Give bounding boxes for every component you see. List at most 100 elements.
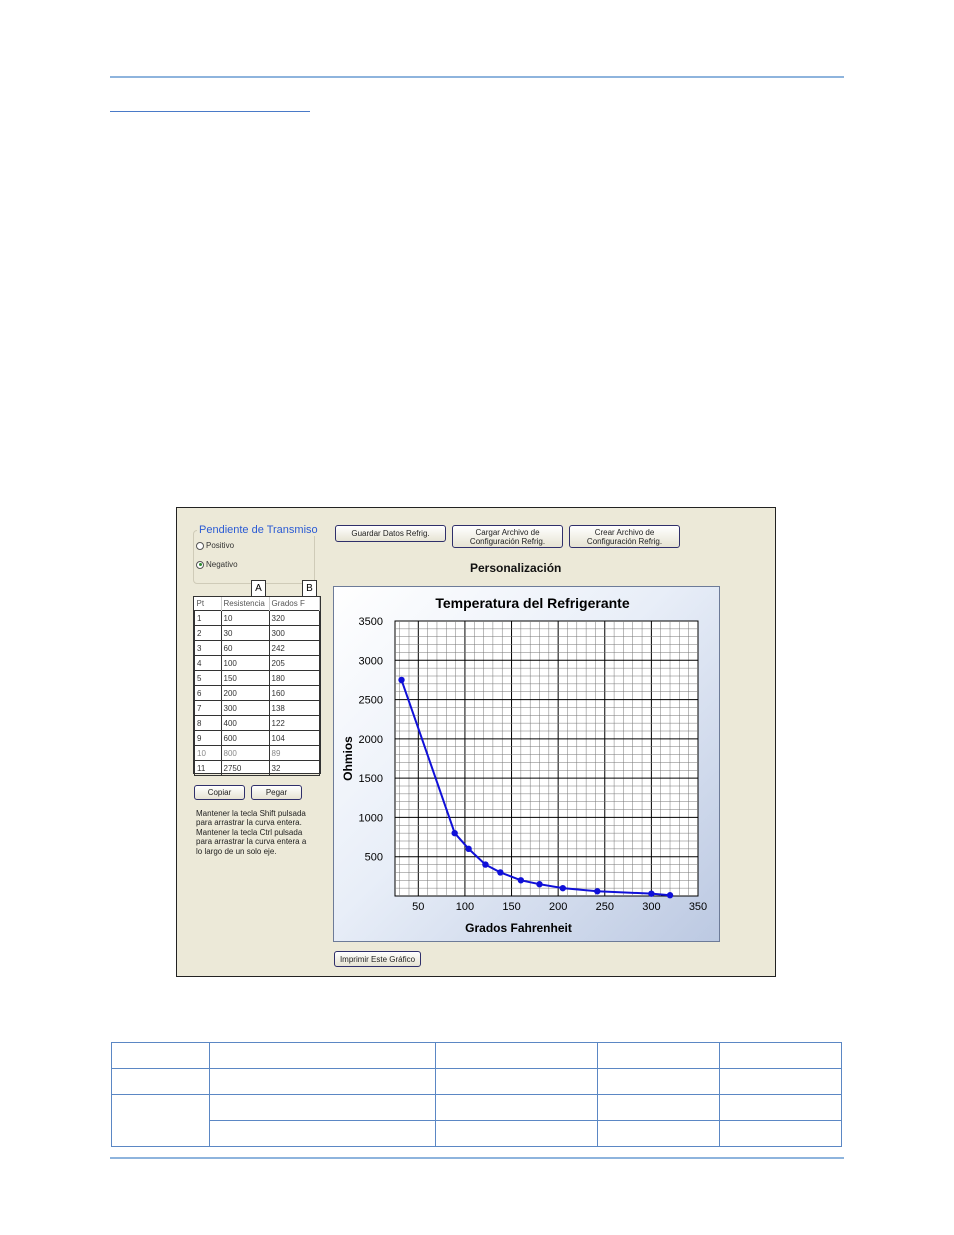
header-rule [110,76,844,78]
y-axis-label: Ohmios [341,736,355,781]
copy-button[interactable]: Copiar [194,785,245,800]
column-header-resistance: Resistencia [221,597,270,611]
data-point [559,884,567,892]
cell-resistance[interactable]: 10 [220,610,270,626]
cell-pt: 1 [194,610,222,626]
data-point [648,890,655,897]
points-grid: Pt Resistencia Grados F 1 10 320 2 30 300 36… [193,596,321,776]
cell-pt: 4 [194,655,222,671]
table-row[interactable]: 1 10 320 [194,610,320,626]
y-tick-label: 3500 [359,616,383,628]
paste-button[interactable]: Pegar [251,785,302,800]
cell-pt: 6 [194,685,222,701]
load-config-button[interactable]: Cargar Archivo de Configuración Refrig. [452,525,563,548]
column-header-degrees: Grados F [269,597,320,611]
cell-resistance[interactable]: 60 [220,640,270,656]
cell-pt: 5 [194,670,222,686]
cell-degrees[interactable]: 122 [268,715,320,731]
cell-degrees[interactable]: 320 [268,610,320,626]
table-row[interactable]: 3 60 242 [194,640,320,656]
cell-degrees[interactable]: 205 [268,655,320,671]
refrigerant-customization-window: Pendiente de Transmiso Positivo Negativo… [176,507,776,977]
x-tick-label: 250 [596,901,614,913]
column-tag-b: B [302,580,317,597]
column-header-pt: Pt [194,597,222,611]
radio-negative[interactable]: Negativo [196,560,238,569]
section-title: Personalización [470,561,562,575]
table-row[interactable]: 10 800 89 [194,745,320,761]
cell-resistance[interactable]: 30 [220,625,270,641]
data-point [517,877,525,884]
x-axis-label: Grados Fahrenheit [465,921,572,935]
radio-button[interactable] [196,541,204,550]
cell-resistance[interactable]: 300 [220,700,270,716]
cell-pt: 3 [194,640,222,656]
radio-label: Positivo [206,541,235,550]
radio-button-checked[interactable] [196,560,204,569]
table-row [111,1068,842,1095]
cell-degrees[interactable]: 160 [268,685,320,701]
cell-pt: 7 [194,700,222,716]
cell-degrees[interactable]: 180 [268,670,320,686]
slope-group-title: Pendiente de Transmiso [197,524,320,536]
print-chart-button[interactable]: Imprimir Este Gráfico [334,951,421,967]
table-header-row: Pt Resistencia Grados F [194,597,320,611]
slope-groupbox [193,530,315,584]
x-tick-label: 100 [456,901,474,913]
cell-resistance[interactable]: 600 [220,730,270,746]
cell-resistance[interactable]: 200 [220,685,270,701]
points-table: Pt Resistencia Grados F 1 10 320 2 30 300 36… [194,597,320,776]
cell-degrees[interactable]: 89 [268,745,320,761]
cell-degrees[interactable]: 300 [268,625,320,641]
data-point [536,881,543,888]
cell-resistance[interactable]: 2750 [220,760,270,776]
radio-label: Negativo [206,560,238,569]
y-tick-label: 2500 [359,695,383,707]
table-row [112,1120,842,1147]
create-config-button[interactable]: Crear Archivo de Configuración Refrig. [569,525,680,548]
data-point [666,892,674,899]
table-row[interactable]: 9 600 104 [194,730,320,746]
table-row[interactable]: 4 100 205 [194,655,320,671]
cell-degrees[interactable]: 242 [268,640,320,656]
data-point [594,888,601,895]
table-row[interactable]: 2 30 300 [194,625,320,641]
column-tag-a: A [251,580,266,597]
data-point [398,676,405,684]
refrigerant-temperature-chart[interactable]: 50 100 150 200 250 300 350 500 1000 1500 2000 2500 3… [334,587,721,943]
cell-resistance[interactable]: 400 [220,715,270,731]
chart-title: Temperatura del Refrigerante [435,595,629,611]
chart-panel: 50 100 150 200 250 300 350 500 1000 1500 2000 2500 3… [333,586,720,942]
cell-pt: 2 [194,625,222,641]
cell-resistance[interactable]: 800 [220,745,270,761]
radio-positive[interactable]: Positivo [196,541,234,550]
cell-degrees[interactable]: 32 [268,760,320,776]
x-tick-label: 300 [642,901,660,913]
cell-resistance[interactable]: 150 [220,670,270,686]
cell-degrees[interactable]: 138 [268,700,320,716]
table-row[interactable]: 7 300 138 [194,700,320,716]
table-row [111,1042,842,1069]
cell-pt: 11 [194,760,222,776]
y-tick-label: 1000 [359,812,383,824]
table-row[interactable]: 8 400 122 [194,715,320,731]
save-data-button[interactable]: Guardar Datos Refrig. [335,525,446,542]
x-tick-label: 350 [689,901,707,913]
data-point [482,861,489,868]
x-tick-label: 200 [549,901,567,913]
bottom-table [111,1042,842,1147]
footer-rule [110,1157,844,1159]
help-text: Mantener la tecla Shift pulsada para arr… [196,809,307,856]
cell-degrees[interactable]: 104 [268,730,320,746]
y-tick-label: 3000 [359,655,383,667]
table-row[interactable]: 6 200 160 [194,685,320,701]
cell-resistance[interactable]: 100 [220,655,270,671]
cell-pt: 8 [194,715,222,731]
x-tick-label: 50 [412,901,424,913]
table-row[interactable]: 5 150 180 [194,670,320,686]
y-tick-label: 500 [365,852,383,864]
table-row[interactable]: 11 2750 32 [194,760,320,776]
table-row [111,1094,842,1147]
heading-link-underline [110,111,310,112]
plot-area [394,620,699,897]
